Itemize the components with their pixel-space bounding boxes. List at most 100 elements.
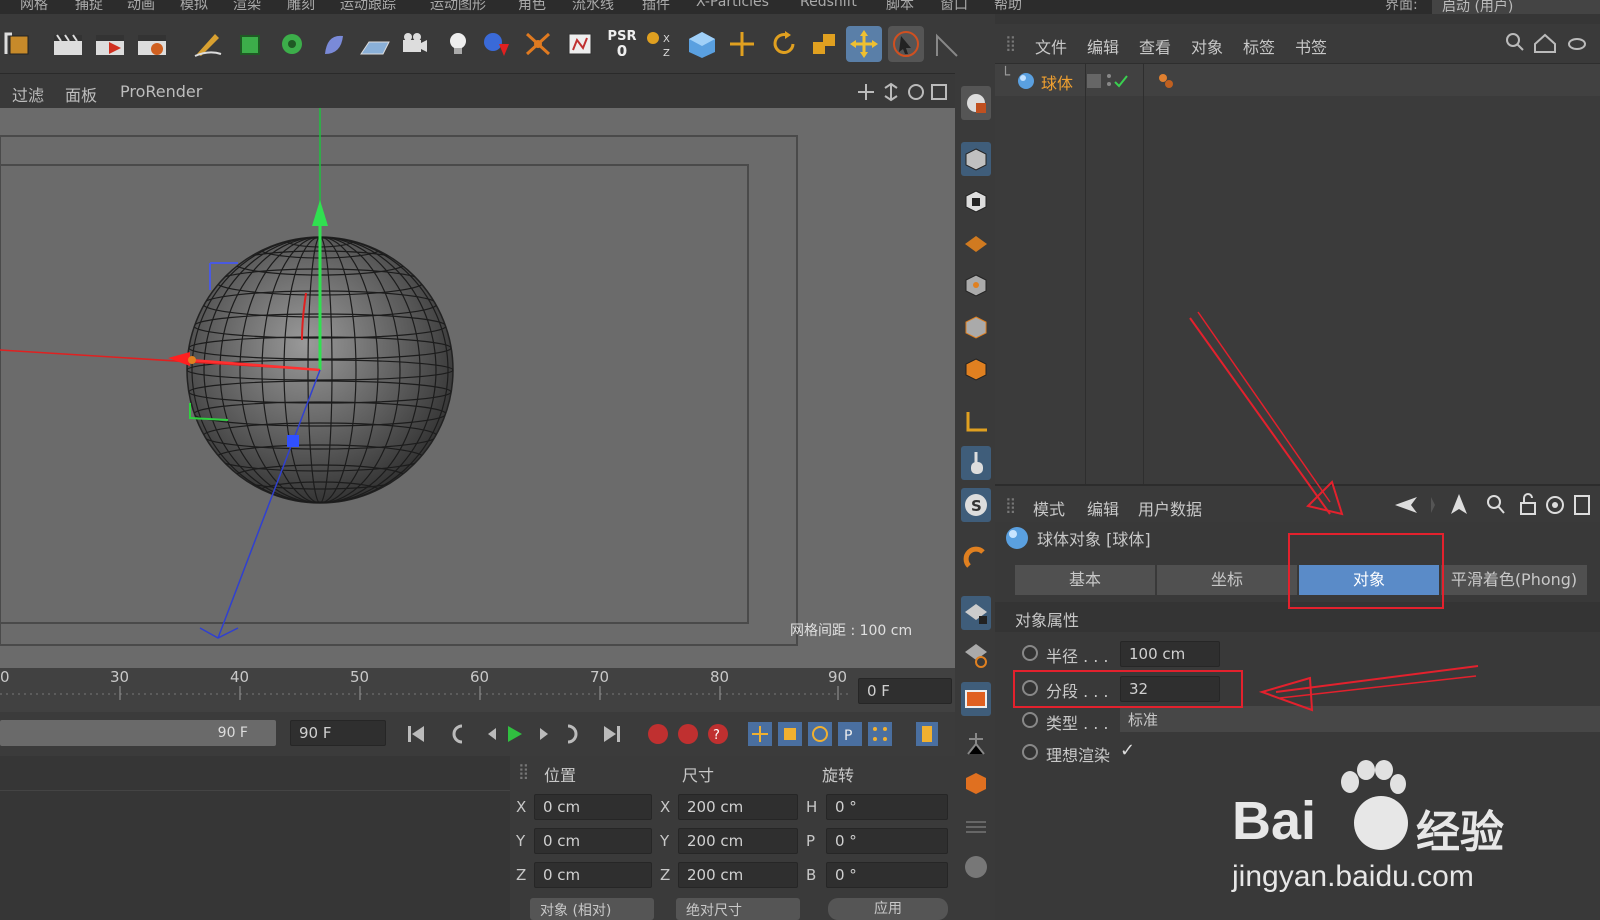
- viewport-menu-filter[interactable]: 过滤: [12, 82, 44, 106]
- psr-lock-icon[interactable]: PSR 0: [602, 26, 642, 62]
- box-icon[interactable]: [961, 766, 991, 800]
- material-icon[interactable]: [478, 26, 514, 62]
- lock-workplane-icon[interactable]: [961, 596, 991, 630]
- render-perfect-keyframe-radio[interactable]: [1022, 744, 1038, 760]
- xpresso-icon[interactable]: [562, 26, 598, 62]
- sphere-preview-icon[interactable]: [961, 850, 991, 884]
- render-view-icon[interactable]: [50, 26, 86, 62]
- menu-item-xparticles[interactable]: X-Particles: [696, 0, 769, 10]
- size-z-field[interactable]: 200 cm: [678, 862, 798, 888]
- workplane-mode-icon[interactable]: [961, 226, 991, 260]
- viewport-menu-prorender[interactable]: ProRender: [120, 82, 202, 101]
- object-title: 球体对象 [球体]: [1037, 530, 1151, 549]
- planar-workplane-icon[interactable]: [961, 638, 991, 672]
- menu-item-motion-tracking[interactable]: 运动跟踪: [340, 0, 396, 14]
- size-mode-select[interactable]: 绝对尺寸: [676, 898, 800, 920]
- tweak-mode-icon[interactable]: [961, 446, 991, 480]
- size-x-field[interactable]: 200 cm: [678, 794, 798, 820]
- model-mode-icon[interactable]: [961, 142, 991, 176]
- light-bulb-icon[interactable]: [440, 26, 476, 62]
- menu-item-character[interactable]: 角色: [518, 0, 546, 14]
- model-mode-icon[interactable]: [684, 26, 720, 62]
- om-menu-tags[interactable]: 标签: [1243, 34, 1275, 58]
- position-x-field[interactable]: 0 cm: [534, 794, 652, 820]
- om-toolbar-icons[interactable]: [1505, 32, 1597, 56]
- layers-icon[interactable]: [961, 808, 991, 842]
- tab-basic[interactable]: 基本: [1015, 565, 1155, 595]
- record-keys-icon: [648, 724, 668, 744]
- size-y-field[interactable]: 200 cm: [678, 828, 798, 854]
- menu-item-sculpt[interactable]: 雕刻: [287, 0, 315, 14]
- menu-item-mesh[interactable]: 网格: [20, 0, 48, 14]
- radius-keyframe-radio[interactable]: [1022, 645, 1038, 661]
- undo-view-icon[interactable]: [0, 26, 36, 62]
- viewport-window-icon[interactable]: [961, 682, 991, 716]
- scale-tool-icon[interactable]: [806, 26, 842, 62]
- position-y-field[interactable]: 0 cm: [534, 828, 652, 854]
- current-frame-field[interactable]: 0 F: [858, 678, 952, 704]
- live-selection-move-icon[interactable]: [846, 26, 882, 62]
- solo-icon[interactable]: S: [961, 488, 991, 522]
- coordinate-system-icon[interactable]: [928, 26, 964, 62]
- menu-item-window[interactable]: 窗口: [940, 0, 968, 14]
- snap-icon[interactable]: [961, 542, 991, 576]
- menu-item-help[interactable]: 帮助: [994, 0, 1022, 14]
- om-menu-view[interactable]: 查看: [1139, 34, 1171, 58]
- cloner-icon[interactable]: [274, 26, 310, 62]
- viewport-nav-icons[interactable]: [858, 82, 948, 102]
- render-to-picture-viewer-icon[interactable]: [92, 26, 128, 62]
- pen-tool-icon[interactable]: [190, 26, 226, 62]
- points-mode-icon[interactable]: [961, 268, 991, 302]
- viewport-menu-panel[interactable]: 面板: [65, 82, 97, 106]
- menu-item-mograph[interactable]: 运动图形: [430, 0, 486, 14]
- symmetry-icon[interactable]: [520, 26, 556, 62]
- visibility-toggles[interactable]: [1087, 72, 1133, 90]
- object-name[interactable]: 球体: [1041, 70, 1073, 94]
- menu-item-redshift[interactable]: Redshift: [800, 0, 857, 10]
- menu-item-plugins[interactable]: 插件: [642, 0, 670, 14]
- menu-item-animate[interactable]: 动画: [127, 0, 155, 14]
- deformer-icon[interactable]: [316, 26, 352, 62]
- layout-select[interactable]: 启动 (用户): [1432, 0, 1600, 14]
- selection-cursor-icon[interactable]: [888, 26, 924, 62]
- rotate-tool-icon[interactable]: [766, 26, 802, 62]
- om-menu-file[interactable]: 文件: [1035, 34, 1067, 58]
- om-menu-objects[interactable]: 对象: [1191, 34, 1223, 58]
- rotation-b-field[interactable]: 0 °: [826, 862, 948, 888]
- polygons-mode-icon[interactable]: [961, 352, 991, 386]
- om-menu-bookmarks[interactable]: 书签: [1295, 34, 1327, 58]
- axis-mode-icon[interactable]: [961, 404, 991, 438]
- am-menu-edit[interactable]: 编辑: [1087, 496, 1119, 520]
- position-z-field[interactable]: 0 cm: [534, 862, 652, 888]
- menu-item-pipeline[interactable]: 流水线: [572, 0, 614, 14]
- om-menu-edit[interactable]: 编辑: [1087, 34, 1119, 58]
- type-keyframe-radio[interactable]: [1022, 712, 1038, 728]
- am-menu-mode[interactable]: 模式: [1033, 496, 1065, 520]
- menu-item-simulate[interactable]: 模拟: [180, 0, 208, 14]
- texture-mode-icon[interactable]: [961, 184, 991, 218]
- render-settings-icon[interactable]: [134, 26, 170, 62]
- end-frame-field[interactable]: 90 F: [290, 720, 386, 746]
- menu-item-render[interactable]: 渲染: [233, 0, 261, 14]
- cube-generator-icon[interactable]: [232, 26, 268, 62]
- render-perfect-checkbox[interactable]: ✓: [1120, 740, 1135, 761]
- axis-lock-icon[interactable]: XZ: [642, 26, 678, 62]
- frame-range-slider[interactable]: 90 F: [0, 720, 276, 746]
- timeline-ruler[interactable]: 0 30 40 50 60 70 80 90 0 F: [0, 668, 955, 712]
- playback-controls[interactable]: ? P: [400, 720, 950, 750]
- baidu-watermark: Bai 经验 jingyan.baidu.com: [1232, 760, 1532, 910]
- 3d-viewport[interactable]: 网格间距 : 100 cm: [0, 108, 955, 668]
- floor-icon[interactable]: [356, 26, 392, 62]
- edges-mode-icon[interactable]: [961, 310, 991, 344]
- phong-tag-icon[interactable]: [1155, 70, 1177, 92]
- rotation-p-field[interactable]: 0 °: [826, 828, 948, 854]
- move-tool-icon[interactable]: [724, 26, 760, 62]
- apply-button[interactable]: 应用: [828, 898, 948, 920]
- make-editable-icon[interactable]: [961, 86, 991, 120]
- coordinate-mode-select[interactable]: 对象 (相对): [530, 898, 654, 920]
- rotation-h-field[interactable]: 0 °: [826, 794, 948, 820]
- character-icon[interactable]: [961, 726, 991, 760]
- menu-item-snap[interactable]: 捕捉: [75, 0, 103, 14]
- menu-item-script[interactable]: 脚本: [886, 0, 914, 14]
- camera-icon[interactable]: [396, 26, 432, 62]
